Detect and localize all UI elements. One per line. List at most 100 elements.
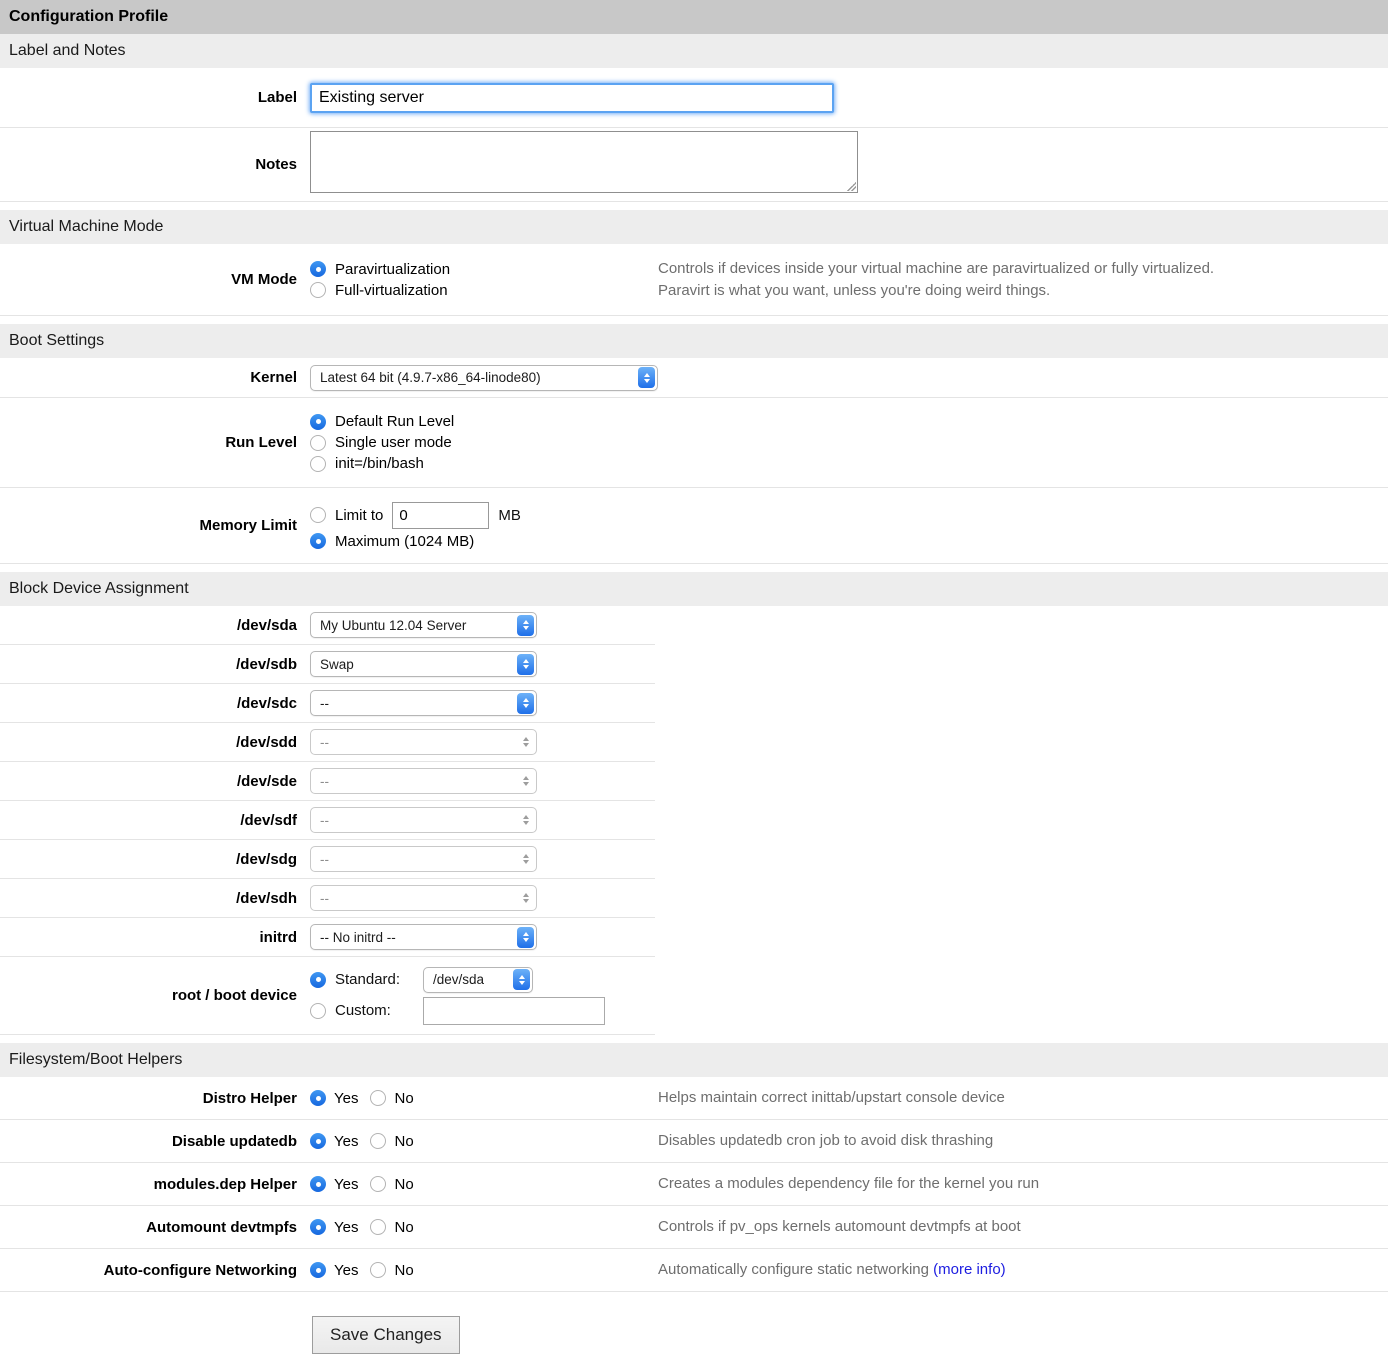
run-level-label: Run Level (0, 434, 297, 451)
modules-dep-helper-help-text: Creates a modules dependency file for th… (658, 1173, 1388, 1195)
dev-sdg-row: /dev/sdg -- (0, 840, 655, 879)
dev-sdg-select-value: -- (311, 852, 517, 867)
auto-configure-networking-label: Auto-configure Networking (0, 1262, 297, 1279)
section-header-boot-settings: Boot Settings (0, 324, 1388, 358)
dev-sdc-select-value: -- (311, 696, 517, 711)
memory-maximum-label: Maximum (1024 MB) (335, 533, 474, 550)
dev-sdb-select[interactable]: Swap (310, 651, 537, 677)
yes-label: Yes (334, 1090, 358, 1107)
dev-sda-row: /dev/sda My Ubuntu 12.04 Server (0, 606, 655, 645)
chevron-up-down-icon (517, 771, 534, 792)
distro-helper-no-radio[interactable] (370, 1090, 386, 1106)
dev-sdc-row: /dev/sdc -- (0, 684, 655, 723)
run-level-init-bash-radio[interactable] (310, 456, 326, 472)
dev-sdf-row: /dev/sdf -- (0, 801, 655, 840)
vm-mode-help-text: Controls if devices inside your virtual … (658, 258, 1388, 302)
no-label: No (394, 1219, 413, 1236)
yes-label: Yes (334, 1219, 358, 1236)
distro-helper-yes-radio[interactable] (310, 1090, 326, 1106)
yes-label: Yes (334, 1262, 358, 1279)
auto-configure-networking-no-radio[interactable] (370, 1262, 386, 1278)
dev-sde-select: -- (310, 768, 537, 794)
modules-dep-helper-row: modules.dep Helper Yes No Creates a modu… (0, 1163, 1388, 1206)
label-row: Label (0, 68, 1388, 128)
distro-helper-help-text: Helps maintain correct inittab/upstart c… (658, 1087, 1388, 1109)
run-level-default-radio[interactable] (310, 414, 326, 430)
section-header-filesystem-boot-helpers: Filesystem/Boot Helpers (0, 1043, 1388, 1077)
modules-dep-helper-yes-radio[interactable] (310, 1176, 326, 1192)
chevron-up-down-icon (517, 888, 534, 909)
dev-sdd-select: -- (310, 729, 537, 755)
root-device-custom-input[interactable] (423, 997, 605, 1025)
vm-mode-paravirtualization-label: Paravirtualization (335, 261, 450, 278)
dev-sdh-select-value: -- (311, 891, 517, 906)
vm-mode-paravirtualization-radio[interactable] (310, 261, 326, 277)
memory-limit-to-radio[interactable] (310, 507, 326, 523)
chevron-up-down-icon (513, 969, 530, 990)
kernel-select[interactable]: Latest 64 bit (4.9.7-x86_64-linode80) (310, 365, 658, 391)
no-label: No (394, 1176, 413, 1193)
distro-helper-row: Distro Helper Yes No Helps maintain corr… (0, 1077, 1388, 1120)
chevron-up-down-icon (517, 732, 534, 753)
no-label: No (394, 1133, 413, 1150)
dev-sdh-row: /dev/sdh -- (0, 879, 655, 918)
yes-label: Yes (334, 1176, 358, 1193)
disable-updatedb-no-radio[interactable] (370, 1133, 386, 1149)
initrd-select[interactable]: -- No initrd -- (310, 924, 537, 950)
initrd-label: initrd (0, 929, 297, 946)
root-device-standard-radio[interactable] (310, 972, 326, 988)
dev-sdf-select-value: -- (311, 813, 517, 828)
root-boot-device-row: root / boot device Standard: /dev/sda Cu… (0, 957, 655, 1035)
auto-configure-networking-yes-radio[interactable] (310, 1262, 326, 1278)
dev-sdc-select[interactable]: -- (310, 690, 537, 716)
dev-sdh-select: -- (310, 885, 537, 911)
vm-mode-full-virtualization-label: Full-virtualization (335, 282, 448, 299)
disable-updatedb-yes-radio[interactable] (310, 1133, 326, 1149)
disable-updatedb-row: Disable updatedb Yes No Disables updated… (0, 1120, 1388, 1163)
more-info-link[interactable]: (more info) (933, 1261, 1006, 1278)
run-level-row: Run Level Default Run Level Single user … (0, 398, 1388, 488)
memory-limit-row: Memory Limit Limit to MB Maximum (1024 M… (0, 488, 1388, 564)
chevron-up-down-icon (517, 927, 534, 948)
disable-updatedb-help-text: Disables updatedb cron job to avoid disk… (658, 1130, 1388, 1152)
notes-field-label: Notes (0, 156, 297, 173)
root-device-custom-radio[interactable] (310, 1003, 326, 1019)
automount-devtmpfs-label: Automount devtmpfs (0, 1219, 297, 1236)
chevron-up-down-icon (517, 615, 534, 636)
root-device-select[interactable]: /dev/sda (423, 967, 533, 993)
label-input[interactable] (310, 83, 834, 113)
save-changes-button[interactable]: Save Changes (312, 1316, 460, 1354)
dev-sdg-select: -- (310, 846, 537, 872)
modules-dep-helper-no-radio[interactable] (370, 1176, 386, 1192)
disable-updatedb-label: Disable updatedb (0, 1133, 297, 1150)
dev-sde-row: /dev/sde -- (0, 762, 655, 801)
vm-mode-full-virtualization-radio[interactable] (310, 282, 326, 298)
section-header-block-device-assignment: Block Device Assignment (0, 572, 1388, 606)
dev-sda-select[interactable]: My Ubuntu 12.04 Server (310, 612, 537, 638)
dev-sda-select-value: My Ubuntu 12.04 Server (311, 618, 517, 633)
notes-textarea[interactable] (310, 131, 858, 193)
automount-devtmpfs-help-text: Controls if pv_ops kernels automount dev… (658, 1216, 1388, 1238)
memory-limit-label: Memory Limit (0, 517, 297, 534)
auto-configure-networking-help-text: Automatically configure static networkin… (658, 1259, 1388, 1281)
memory-maximum-radio[interactable] (310, 533, 326, 549)
chevron-up-down-icon (517, 849, 534, 870)
run-level-init-bash-label: init=/bin/bash (335, 455, 424, 472)
memory-limit-input[interactable] (392, 502, 489, 529)
kernel-select-value: Latest 64 bit (4.9.7-x86_64-linode80) (311, 370, 638, 385)
memory-limit-to-label: Limit to (335, 507, 383, 524)
no-label: No (394, 1262, 413, 1279)
automount-devtmpfs-no-radio[interactable] (370, 1219, 386, 1235)
notes-row: Notes (0, 128, 1388, 202)
dev-sdh-label: /dev/sdh (0, 890, 297, 907)
root-device-select-value: /dev/sda (424, 972, 513, 987)
dev-sdb-label: /dev/sdb (0, 656, 297, 673)
run-level-default-label: Default Run Level (335, 413, 454, 430)
memory-limit-unit: MB (498, 507, 521, 524)
page-title: Configuration Profile (0, 0, 1388, 34)
dev-sdg-label: /dev/sdg (0, 851, 297, 868)
automount-devtmpfs-yes-radio[interactable] (310, 1219, 326, 1235)
initrd-select-value: -- No initrd -- (311, 930, 517, 945)
run-level-single-user-radio[interactable] (310, 435, 326, 451)
kernel-row: Kernel Latest 64 bit (4.9.7-x86_64-linod… (0, 358, 1388, 398)
